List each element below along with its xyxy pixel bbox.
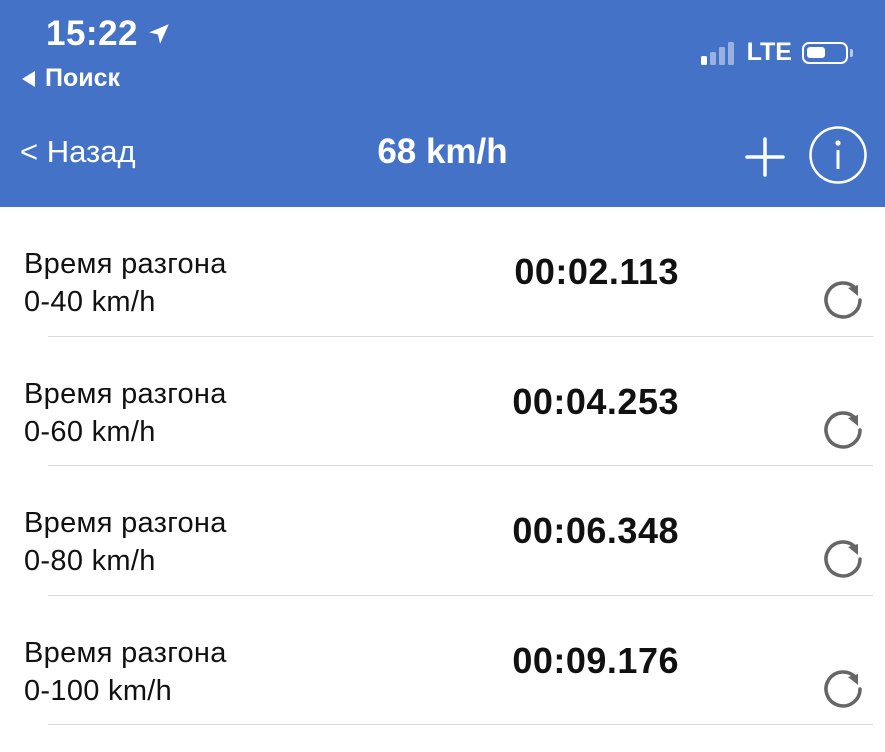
acceleration-title: Время разгона [24, 377, 227, 410]
reset-icon[interactable] [820, 666, 866, 712]
status-time: 15:22 [46, 14, 172, 54]
signal-bar [709, 51, 716, 65]
acceleration-range: 0-60 km/h [24, 415, 156, 448]
list-item: Время разгона 0-60 km/h 00:04.253 [0, 337, 885, 466]
list-item: Время разгона 0-100 km/h 00:09.176 [0, 596, 885, 725]
status-indicators: LTE [700, 38, 853, 67]
status-time-text: 15:22 [46, 14, 139, 53]
acceleration-title: Время разгона [24, 636, 227, 669]
back-to-search-label: Поиск [45, 64, 121, 92]
acceleration-time: 00:02.113 [514, 251, 679, 292]
acceleration-label: Время разгона 0-60 km/h [24, 375, 227, 451]
acceleration-label: Время разгона 0-100 km/h [24, 634, 227, 710]
signal-bar [718, 46, 725, 65]
location-arrow-icon [149, 24, 169, 44]
divider [48, 724, 873, 725]
acceleration-time: 00:09.176 [512, 639, 679, 681]
signal-strength-icon [700, 41, 737, 65]
signal-bar [727, 41, 734, 65]
acceleration-time: 00:06.348 [512, 510, 679, 551]
reset-icon[interactable] [820, 536, 866, 582]
list-item: Время разгона 0-80 km/h 00:06.348 [0, 466, 885, 596]
network-type: LTE [746, 38, 792, 66]
plus-icon[interactable] [744, 136, 786, 178]
battery-cap [850, 48, 853, 57]
acceleration-range: 0-80 km/h [24, 545, 156, 577]
acceleration-list: Время разгона 0-40 km/h 00:02.113 Время … [0, 207, 885, 725]
acceleration-range: 0-100 km/h [24, 674, 173, 707]
back-to-search-link[interactable]: Поиск [22, 64, 120, 93]
info-icon[interactable] [808, 125, 868, 185]
list-item: Время разгона 0-40 km/h 00:02.113 [0, 207, 885, 337]
signal-bar [700, 55, 707, 65]
header: 15:22 Поиск LTE < Назад 68 km/h [0, 0, 885, 207]
acceleration-range: 0-40 km/h [24, 286, 156, 318]
battery-level [807, 46, 825, 58]
acceleration-label: Время разгона 0-80 km/h [24, 504, 227, 580]
battery-icon [802, 41, 848, 64]
acceleration-time: 00:04.253 [512, 380, 679, 422]
acceleration-title: Время разгона [24, 248, 227, 280]
reset-icon[interactable] [820, 277, 866, 323]
acceleration-label: Время разгона 0-40 km/h [24, 245, 227, 321]
reset-icon[interactable] [820, 407, 866, 453]
back-triangle-icon [22, 70, 35, 87]
acceleration-title: Время разгона [24, 507, 227, 539]
back-button[interactable]: < Назад [20, 134, 136, 170]
